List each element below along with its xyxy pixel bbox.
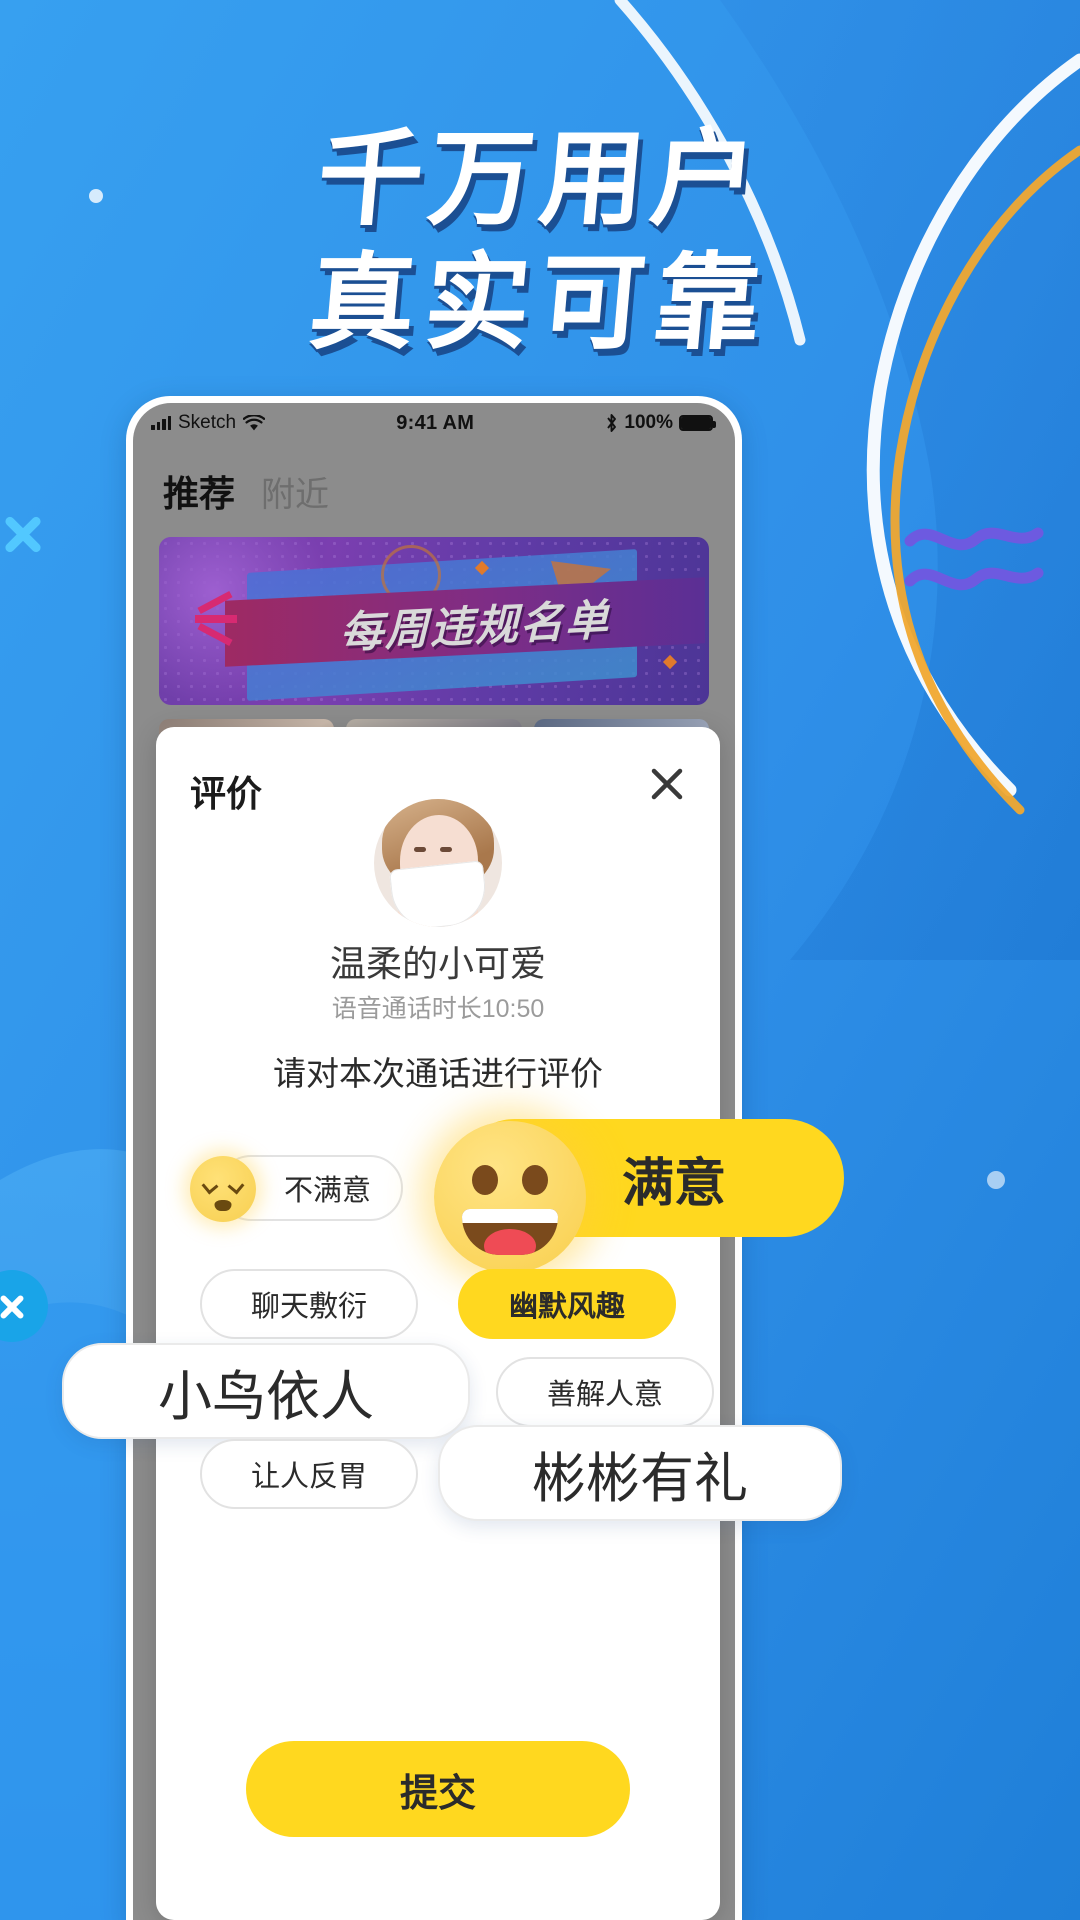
status-time: 9:41 AM bbox=[396, 411, 475, 434]
tag-row: 聊天敷衍 幽默风趣 bbox=[156, 1265, 720, 1347]
tag-row: 小鸟依人 善解人意 bbox=[62, 1343, 720, 1439]
happy-face-emoji bbox=[434, 1121, 586, 1273]
wifi-icon bbox=[243, 414, 266, 430]
tag-chip-youmofengqu[interactable]: 幽默风趣 bbox=[458, 1269, 676, 1339]
close-icon[interactable] bbox=[644, 761, 690, 807]
tag-chip-binbinyouli[interactable]: 彬彬有礼 bbox=[438, 1425, 842, 1521]
tag-chip-shanjierenyi[interactable]: 善解人意 bbox=[496, 1357, 714, 1427]
dissatisfied-label: 不满意 bbox=[284, 1175, 372, 1207]
satisfied-label: 满意 bbox=[622, 1154, 727, 1213]
tag-row: 让人反胃 彬彬有礼 bbox=[156, 1425, 842, 1521]
modal-title: 评价 bbox=[190, 773, 263, 814]
tag-list: 聊天敷衍 幽默风趣 小鸟依人 善解人意 让人反胃 彬彬有礼 bbox=[62, 1265, 842, 1521]
signal-bars-icon bbox=[151, 416, 171, 430]
status-bar: Sketch 9:41 AM 100% bbox=[133, 403, 735, 443]
satisfaction-row: 不满意 满意 bbox=[156, 1119, 844, 1273]
headline-line-2: 真实可靠 bbox=[304, 241, 776, 364]
battery-percent-label: 100% bbox=[624, 412, 673, 433]
tag-chip-xiaoniaoyiren[interactable]: 小鸟依人 bbox=[62, 1343, 470, 1439]
promo-banner[interactable]: 每周违规名单 bbox=[159, 537, 709, 705]
carrier-label: Sketch bbox=[178, 412, 237, 433]
battery-full-icon bbox=[679, 415, 716, 431]
tab-recommend[interactable]: 推荐 bbox=[163, 465, 235, 517]
tag-chip-rangrenfanwei[interactable]: 让人反胃 bbox=[200, 1439, 418, 1509]
dissatisfied-button[interactable]: 不满意 bbox=[190, 1155, 404, 1222]
feed-tabs: 推荐 附近 bbox=[133, 443, 735, 537]
submit-button[interactable]: 提交 bbox=[246, 1741, 630, 1837]
rating-modal: 评价 温柔的小可爱 语音通话时长10:50 请对本次通话进行评价 不满意 满意 … bbox=[62, 727, 844, 1920]
tab-nearby[interactable]: 附近 bbox=[261, 467, 329, 516]
call-duration: 语音通话时长10:50 bbox=[331, 995, 545, 1023]
tag-chip-liaotianfuyan[interactable]: 聊天敷衍 bbox=[200, 1269, 418, 1339]
sad-face-emoji bbox=[190, 1156, 256, 1222]
nickname: 温柔的小可爱 bbox=[329, 943, 546, 984]
headline-line-1: 千万用户 bbox=[312, 118, 768, 240]
avatar bbox=[374, 799, 502, 927]
wave-decoration-icon bbox=[904, 527, 1044, 591]
rating-prompt: 请对本次通话进行评价 bbox=[273, 1055, 603, 1092]
bluetooth-icon bbox=[607, 414, 617, 432]
headline: 千万用户 真实可靠 bbox=[0, 118, 1080, 366]
satisfied-button[interactable]: 满意 bbox=[434, 1119, 844, 1273]
